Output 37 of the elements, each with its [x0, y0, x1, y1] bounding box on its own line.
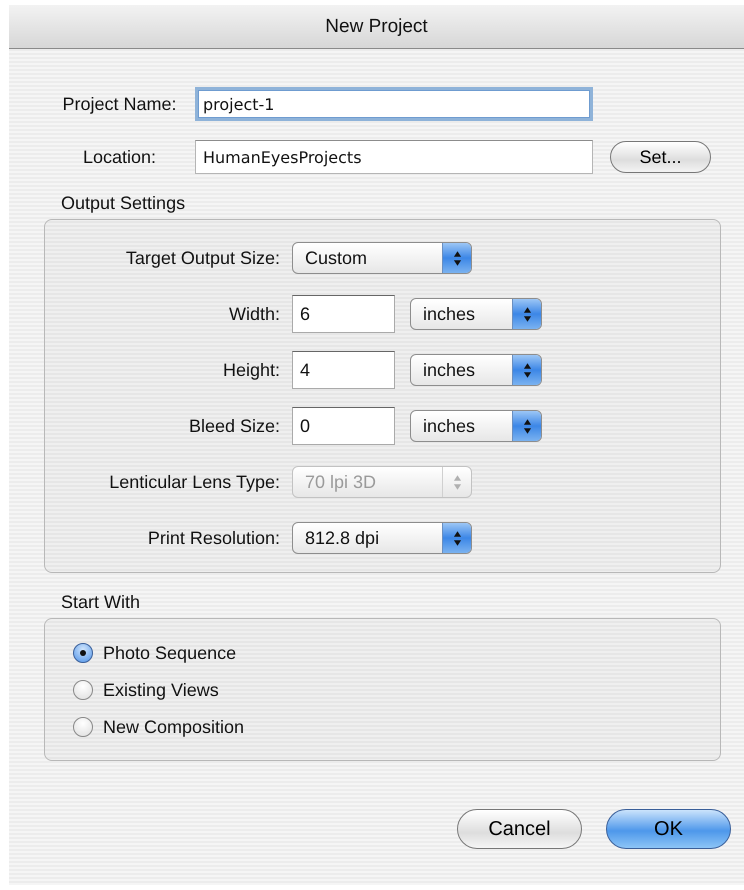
cancel-button[interactable]: Cancel: [457, 809, 582, 849]
setting-label: Bleed Size:: [188, 416, 280, 436]
popup-menu[interactable]: 812.8 dpi: [292, 522, 472, 554]
set-button[interactable]: Set...: [610, 141, 711, 173]
stepper-arrows-icon: [452, 530, 462, 546]
radio-label: New Composition: [103, 716, 244, 738]
text-field[interactable]: HumanEyesProjects: [195, 140, 593, 174]
radio-button[interactable]: [73, 643, 93, 663]
radio-label: Photo Sequence: [103, 642, 236, 664]
setting-label: Target Output Size:: [124, 248, 280, 268]
window-title: New Project: [325, 16, 428, 38]
popup-menu[interactable]: inches: [410, 410, 542, 442]
stepper-arrows-icon: [452, 250, 462, 266]
stepper-arrows-icon: [452, 474, 462, 490]
stepper-arrows-icon: [522, 362, 532, 378]
text-field[interactable]: project-1: [195, 87, 593, 121]
ok-button[interactable]: OK: [606, 809, 731, 849]
popup-menu[interactable]: inches: [410, 354, 542, 386]
group-title: Start With: [60, 592, 142, 614]
popup-menu[interactable]: inches: [410, 298, 542, 330]
number-field[interactable]: 0: [292, 407, 395, 445]
radio-label: Existing Views: [103, 680, 219, 700]
popup-menu[interactable]: Custom: [292, 242, 472, 274]
group-title: Output Settings: [60, 193, 186, 215]
stepper-arrows-icon: [522, 418, 532, 434]
popup-menu: 70 lpi 3D: [292, 466, 472, 498]
setting-label: Lenticular Lens Type:: [108, 472, 280, 492]
setting-label: Height:: [222, 360, 280, 380]
field-label: Location:: [82, 146, 158, 168]
setting-label: Width:: [228, 304, 280, 324]
setting-label: Print Resolution:: [146, 528, 280, 548]
number-field[interactable]: 6: [292, 295, 395, 333]
radio-button[interactable]: [73, 717, 93, 737]
number-field[interactable]: 4: [292, 351, 395, 389]
stepper-arrows-icon: [522, 306, 532, 322]
field-label: Project Name:: [61, 94, 178, 114]
radio-button[interactable]: [73, 680, 93, 700]
